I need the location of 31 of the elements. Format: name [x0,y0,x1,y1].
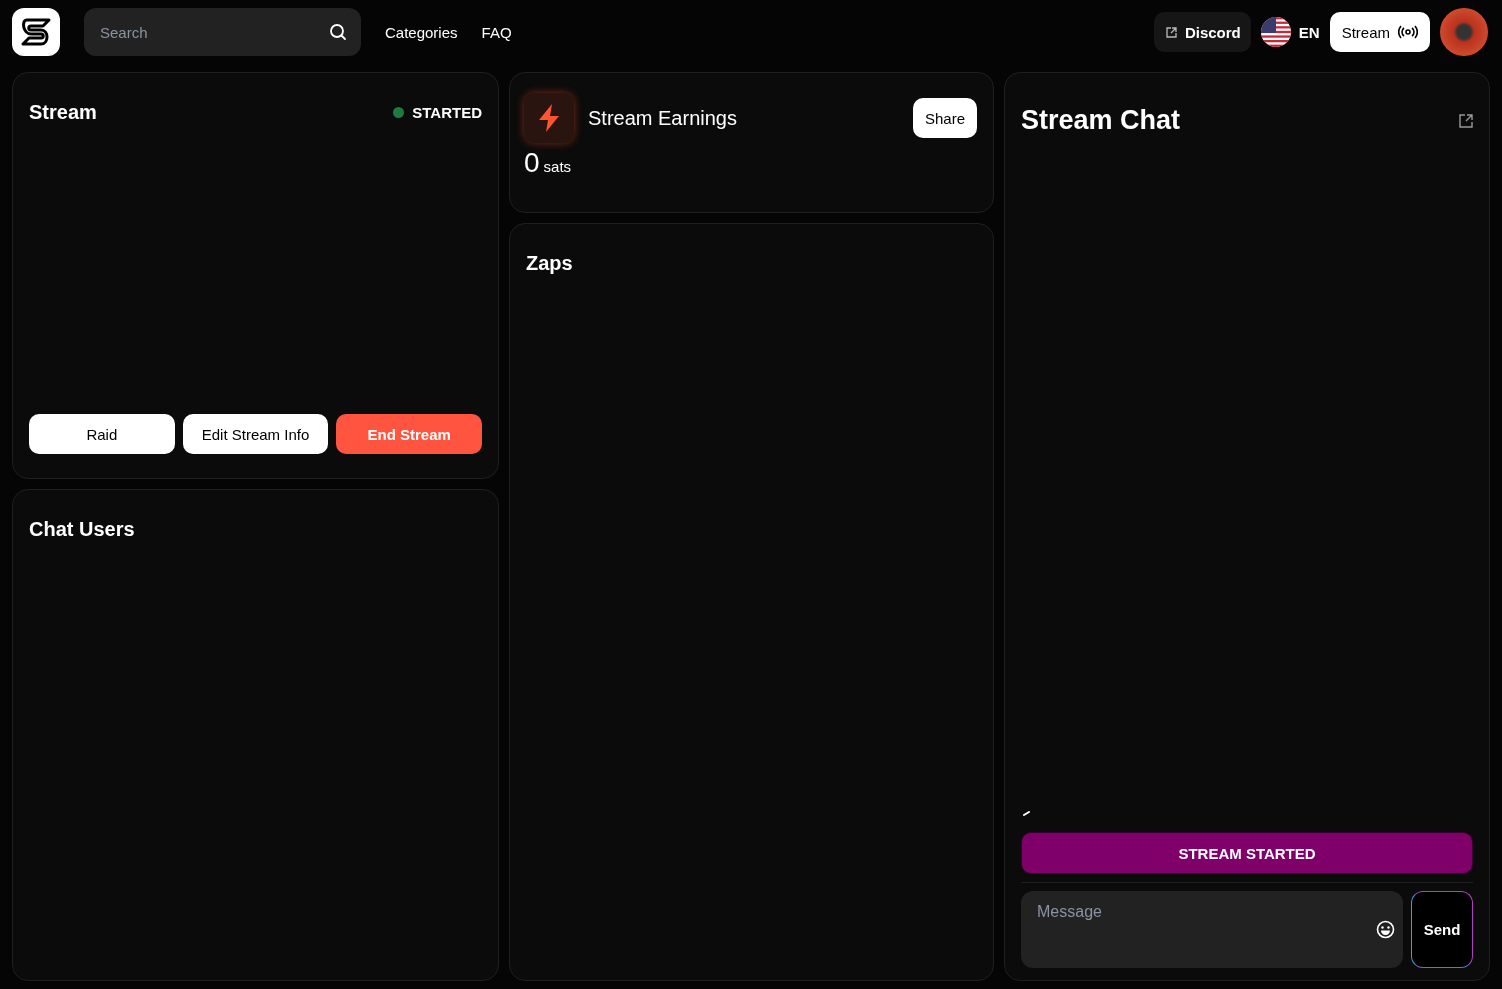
external-link-icon [1165,26,1177,38]
flag-icon[interactable] [1260,17,1291,47]
nav-link[interactable]: FAQ [481,23,512,41]
earnings-unit: sats [543,158,572,175]
discord-link[interactable]: Discord [1153,12,1251,52]
status-dot [393,107,405,118]
broadcast-icon [1398,25,1418,39]
nav-link[interactable]: Categories [385,23,458,41]
panel-title: Chat Users [29,518,136,541]
share-button[interactable]: Share [912,98,977,138]
external-link-icon[interactable] [1459,113,1473,128]
stream-started-banner: STREAM STARTED [1021,832,1473,874]
earnings-amount: 0 [524,147,540,179]
search-icon [329,23,347,41]
panel-title: Stream Chat [1021,105,1181,136]
language-label[interactable]: EN [1298,23,1320,41]
logo-icon[interactable] [12,8,60,56]
emoji-icon[interactable] [1376,920,1395,939]
status-label: STARTED [412,104,482,121]
panel-title: Stream [29,101,97,124]
lightning-icon [524,93,574,143]
action-button[interactable]: Raid [29,414,175,454]
search-field[interactable]: Search [84,8,361,56]
message-field[interactable]: Message [1021,891,1403,968]
dash-icon [1023,811,1030,816]
panel-title: Zaps [526,252,574,275]
send-button[interactable]: Send [1411,891,1473,968]
action-button[interactable]: Edit Stream Info [182,414,329,454]
stream-button[interactable]: Stream [1329,12,1430,52]
panel-title: Stream Earnings [588,106,737,130]
avatar[interactable] [1440,8,1488,56]
